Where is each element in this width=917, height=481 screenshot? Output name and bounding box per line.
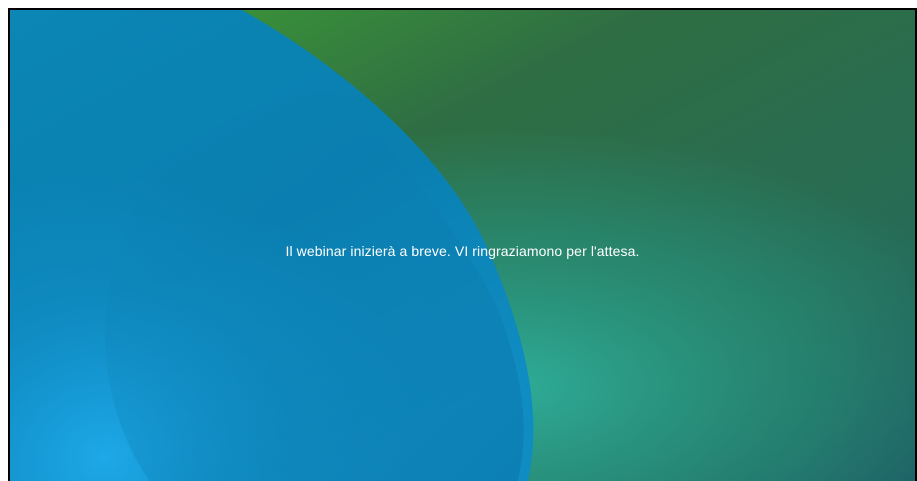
webinar-waiting-screen: Il webinar inizierà a breve. VI ringrazi… (8, 8, 917, 481)
webinar-waiting-message: Il webinar inizierà a breve. VI ringrazi… (285, 243, 640, 259)
